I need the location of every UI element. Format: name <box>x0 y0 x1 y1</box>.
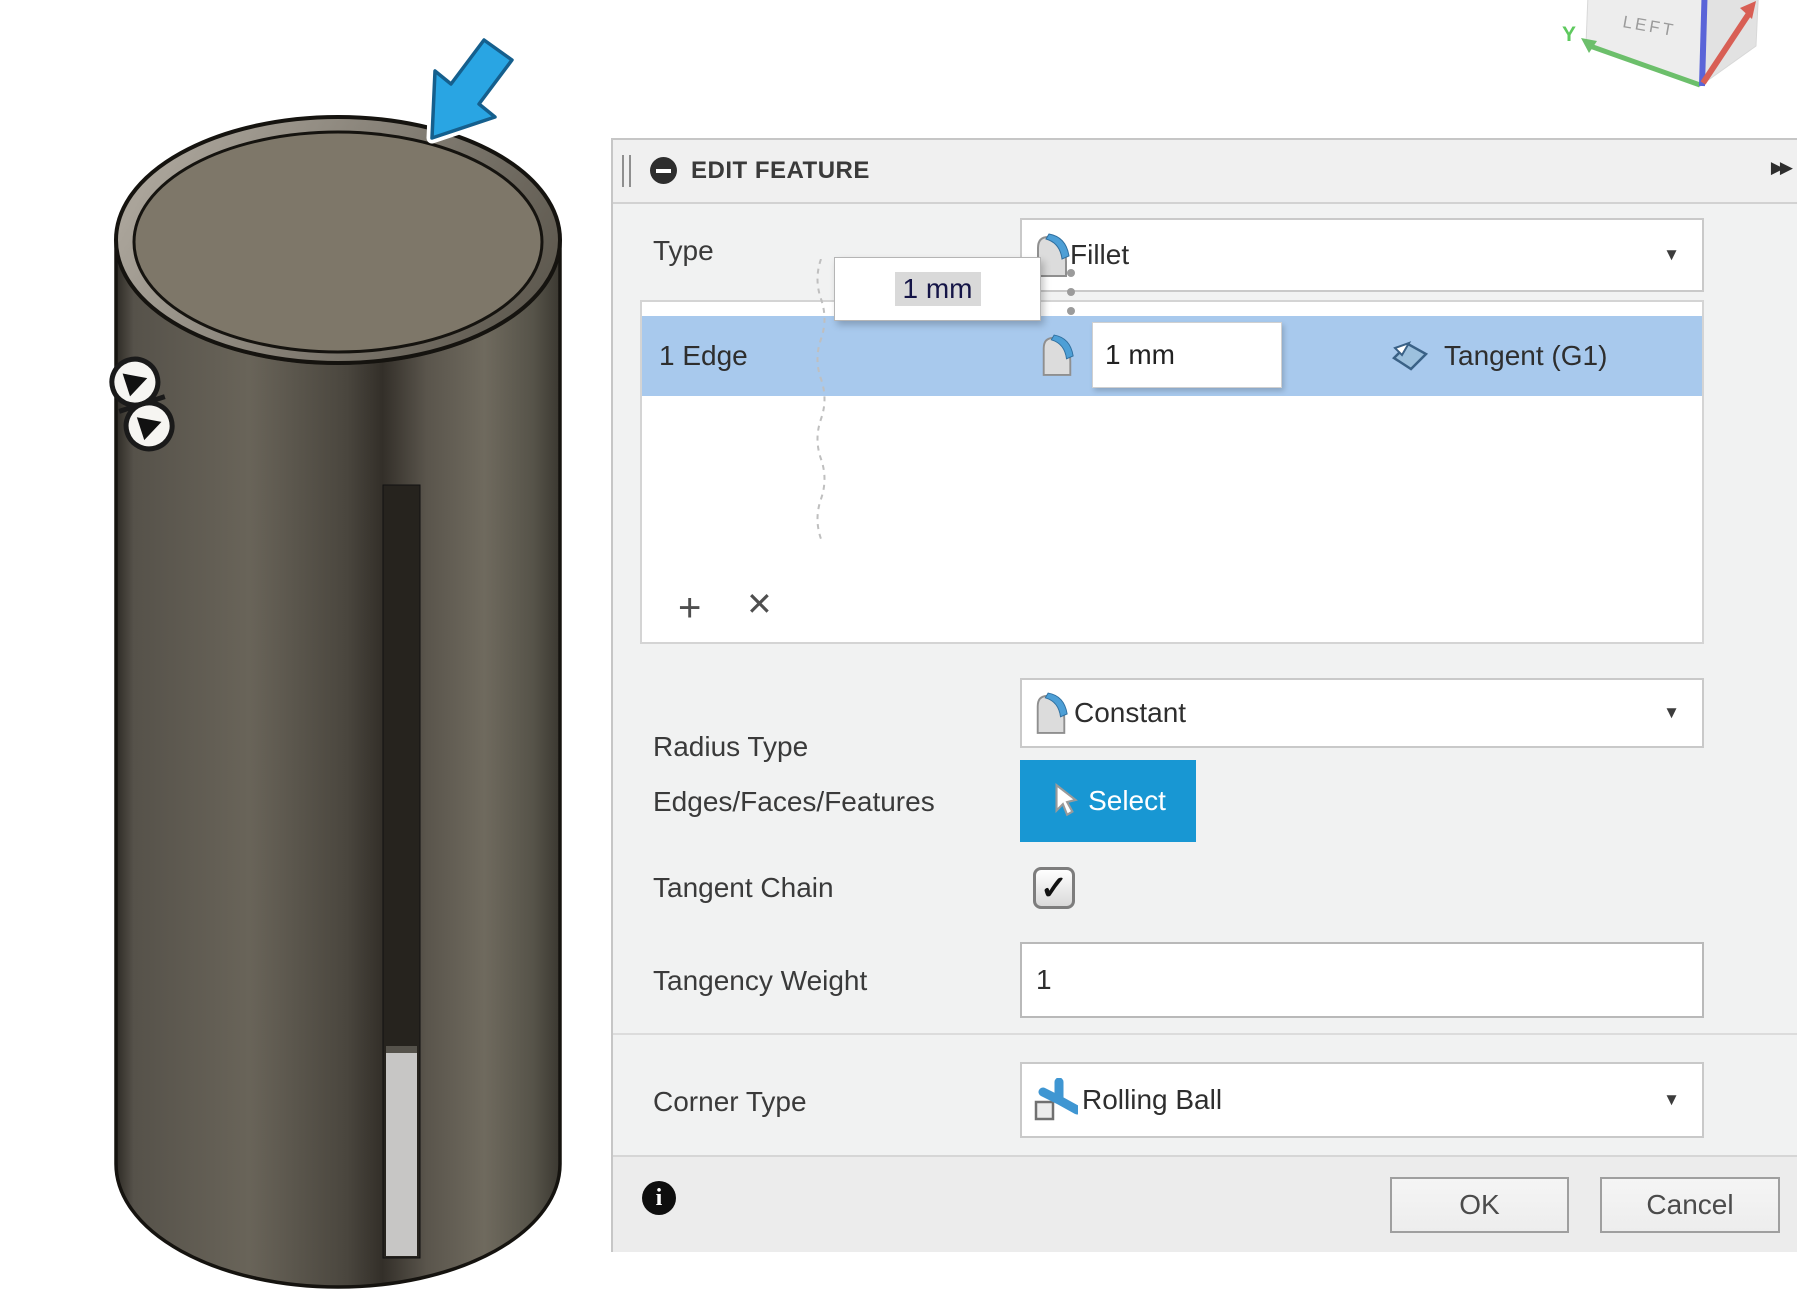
dialog-footer: i OK Cancel <box>613 1155 1797 1252</box>
chevron-down-icon: ▼ <box>1663 1090 1680 1109</box>
rolling-ball-corner-icon <box>1034 1078 1078 1121</box>
fillet-icon <box>1042 334 1074 376</box>
type-value: Fillet <box>1070 239 1130 270</box>
add-edge-set-button[interactable]: + <box>678 588 701 628</box>
cylinder-body[interactable] <box>114 115 562 1289</box>
select-button-label: Select <box>1088 785 1166 816</box>
chevron-down-icon: ▼ <box>1663 703 1680 722</box>
collapse-circle-icon[interactable] <box>650 157 677 184</box>
edges-faces-features-label: Edges/Faces/Features <box>653 786 935 817</box>
remove-edge-set-button[interactable]: ✕ <box>746 584 773 624</box>
fusion-canvas: LEFT Y EDIT FEATURE ▶▶ Type Fillet ▼ 1 E… <box>0 0 1797 1305</box>
drag-grip-icon[interactable] <box>622 155 631 187</box>
drag-dots-icon[interactable] <box>1067 269 1075 315</box>
cancel-button[interactable]: Cancel <box>1600 1177 1780 1233</box>
tangent-chain-label: Tangent Chain <box>653 872 834 903</box>
tangent-icon <box>1392 341 1429 371</box>
connector-zigzag-icon <box>816 259 826 540</box>
cylinder-slot[interactable] <box>382 484 421 1259</box>
checkmark-icon: ✓ <box>1040 869 1068 906</box>
view-cube[interactable]: LEFT Y <box>1562 0 1760 88</box>
edge-list: 1 Edge 1 mm Tangent (G1) + ✕ <box>640 300 1704 644</box>
corner-type-dropdown[interactable]: Rolling Ball ▼ <box>1020 1062 1704 1138</box>
info-icon[interactable]: i <box>642 1181 676 1215</box>
cylinder-top-face[interactable] <box>132 130 544 354</box>
cursor-icon <box>1055 783 1079 817</box>
expand-panel-icon[interactable]: ▶▶ <box>1771 158 1793 178</box>
tangent-chain-checkbox[interactable]: ✓ <box>1033 867 1075 909</box>
edge-list-row[interactable]: 1 Edge 1 mm Tangent (G1) <box>642 316 1702 396</box>
chevron-down-icon: ▼ <box>1663 245 1680 264</box>
z-axis-edge <box>1699 0 1708 87</box>
tangency-weight-input[interactable]: 1 <box>1020 942 1704 1018</box>
radius-value-input[interactable]: 1 mm <box>834 257 1041 321</box>
edge-continuity-value: Tangent (G1) <box>1444 340 1608 371</box>
corner-type-value: Rolling Ball <box>1082 1084 1223 1115</box>
section-divider <box>613 1033 1797 1035</box>
edit-feature-dialog: EDIT FEATURE ▶▶ Type Fillet ▼ 1 Edge 1 m… <box>611 138 1797 1252</box>
corner-type-label: Corner Type <box>653 1086 807 1117</box>
selection-arrow-icon <box>426 34 518 144</box>
edge-radius-input[interactable]: 1 mm <box>1092 322 1282 388</box>
radius-type-dropdown[interactable]: Constant ▼ <box>1020 678 1704 748</box>
ok-button[interactable]: OK <box>1390 1177 1569 1233</box>
radius-type-value: Constant <box>1074 697 1187 728</box>
radius-type-label: Radius Type <box>653 731 809 762</box>
edge-row-label: 1 Edge <box>659 340 748 371</box>
y-axis-label: Y <box>1562 23 1576 46</box>
select-button[interactable]: Select <box>1020 760 1196 842</box>
fillet-constant-icon <box>1036 692 1068 734</box>
type-label: Type <box>653 235 714 266</box>
dialog-title: EDIT FEATURE <box>691 157 870 184</box>
dialog-header[interactable]: EDIT FEATURE ▶▶ <box>613 140 1797 204</box>
type-dropdown[interactable]: Fillet ▼ <box>1020 218 1704 292</box>
tangency-weight-label: Tangency Weight <box>653 965 868 996</box>
